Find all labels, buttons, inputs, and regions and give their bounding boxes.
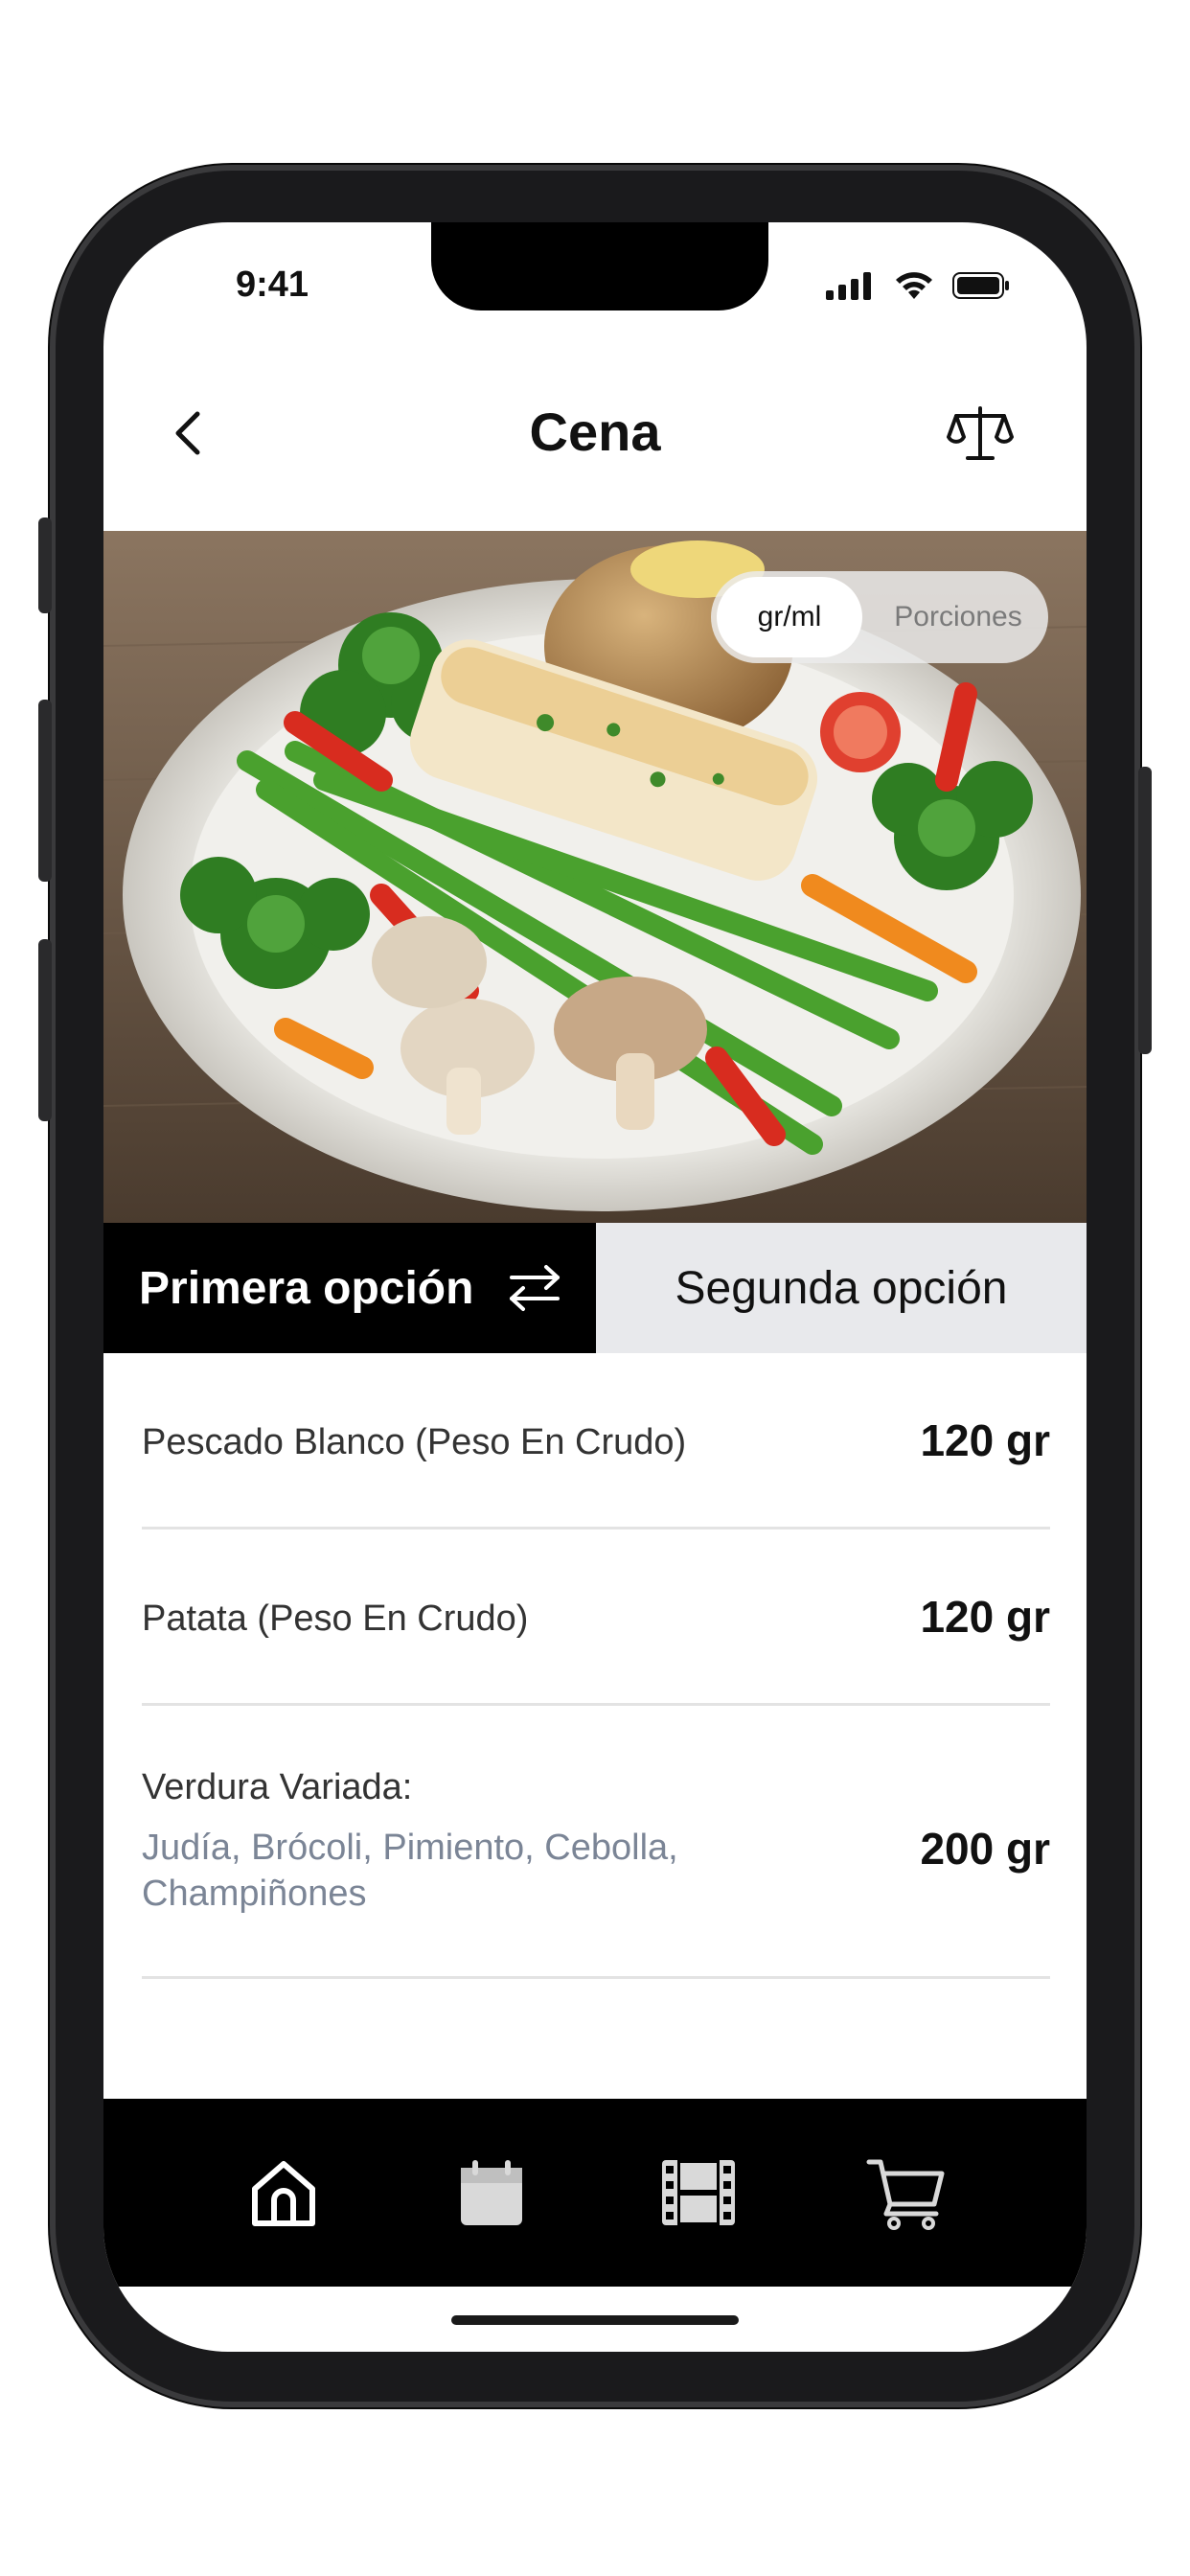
- list-item: Verdura Variada: Judía, Brócoli, Pimient…: [142, 1706, 1050, 1979]
- balance-scale-icon: [947, 406, 1014, 460]
- ingredient-detail: Judía, Brócoli, Pimiento, Cebolla, Champ…: [142, 1828, 678, 1914]
- ingredient-name: Pescado Blanco (Peso En Crudo): [142, 1422, 687, 1462]
- meal-image: gr/ml Porciones: [103, 531, 1087, 1223]
- status-icons: [826, 270, 1010, 301]
- tab-cart[interactable]: [863, 2150, 950, 2236]
- tab-home[interactable]: [240, 2150, 327, 2236]
- ingredient-amount: 200 gr: [920, 1824, 1050, 1874]
- wifi-icon: [896, 272, 932, 299]
- ingredient-amount: 120 gr: [920, 1415, 1050, 1465]
- toggle-porciones[interactable]: Porciones: [874, 571, 1042, 663]
- swap-arrows-icon[interactable]: [506, 1264, 563, 1312]
- bottom-tab-bar: [103, 2099, 1087, 2287]
- film-icon: [662, 2160, 736, 2225]
- tab-calendar[interactable]: [448, 2150, 535, 2236]
- home-indicator: [451, 2315, 739, 2325]
- ingredient-amount: 120 gr: [920, 1592, 1050, 1642]
- toggle-gr-ml[interactable]: gr/ml: [717, 577, 862, 657]
- cellular-signal-icon: [826, 272, 871, 300]
- calendar-icon: [460, 2160, 522, 2225]
- scale-button[interactable]: [947, 401, 1014, 468]
- tab-primera-label: Primera opción: [139, 1262, 474, 1314]
- shopping-cart-icon: [866, 2159, 945, 2230]
- status-time: 9:41: [236, 264, 309, 305]
- volume-up-button: [38, 700, 52, 882]
- tab-videos[interactable]: [655, 2150, 742, 2236]
- unit-toggle: gr/ml Porciones: [711, 571, 1048, 663]
- home-icon: [252, 2161, 316, 2226]
- tab-primera-opcion[interactable]: Primera opción: [103, 1223, 596, 1353]
- header: Cena: [103, 366, 1087, 519]
- screen: 9:41 Cena gr/ml Porciones Primera opción…: [103, 222, 1087, 2352]
- option-tabs: Primera opción Segunda opción: [103, 1223, 1087, 1353]
- notch: [431, 222, 768, 310]
- list-item: Pescado Blanco (Peso En Crudo) 120 gr: [142, 1353, 1050, 1530]
- ingredient-name: Verdura Variada:: [142, 1767, 413, 1807]
- page-title: Cena: [529, 402, 661, 462]
- power-button: [1138, 767, 1152, 1054]
- tab-segunda-opcion[interactable]: Segunda opción: [596, 1223, 1087, 1353]
- battery-icon: [952, 272, 1009, 299]
- ingredient-name: Patata (Peso En Crudo): [142, 1598, 529, 1639]
- ingredient-list: Pescado Blanco (Peso En Crudo) 120 gr Pa…: [142, 1353, 1050, 1979]
- volume-down-button: [38, 939, 52, 1121]
- list-item: Patata (Peso En Crudo) 120 gr: [142, 1530, 1050, 1706]
- mute-switch: [38, 518, 52, 613]
- tab-segunda-label: Segunda opción: [675, 1262, 1008, 1314]
